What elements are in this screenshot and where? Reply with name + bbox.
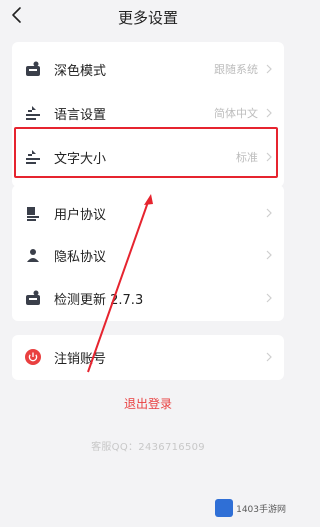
settings-row-label: 用户协议 (54, 207, 107, 223)
settings-row-label: 语言设置 (54, 107, 107, 123)
logout-button[interactable]: 退出登录 (0, 395, 296, 412)
settings-row-value: 跟随系统 (214, 63, 258, 76)
header: 更多设置 (0, 0, 296, 30)
chevron-right-icon (266, 293, 272, 303)
chevron-right-icon (266, 352, 272, 362)
settings-row-label: 注销账号 (54, 351, 107, 367)
settings-row-value: 简体中文 (214, 107, 258, 120)
dark-mode-icon (22, 58, 44, 80)
chevron-right-icon (266, 64, 272, 74)
highlight-box (14, 127, 278, 178)
settings-row-check-update[interactable]: 检测更新 2.7.3 (12, 276, 284, 320)
customer-service-info: 客服QQ：2436716509 (91, 442, 205, 453)
chevron-right-icon (266, 250, 272, 260)
chevron-right-icon (266, 108, 272, 118)
settings-row-dark-mode[interactable]: 深色模式 跟随系统 (12, 47, 284, 91)
settings-row-label: 检测更新 2.7.3 (54, 292, 144, 308)
page-title: 更多设置 (117, 9, 178, 27)
settings-card-about: 用户协议 隐私协议 检测更新 2.7.3 (12, 185, 284, 321)
update-icon (22, 287, 44, 309)
chevron-right-icon (266, 208, 272, 218)
watermark: 1403手游网 (215, 499, 286, 517)
privacy-icon (22, 244, 44, 266)
settings-row-user-agreement[interactable]: 用户协议 (12, 191, 284, 235)
watermark-logo (215, 499, 234, 517)
language-icon (22, 102, 44, 124)
settings-row-label: 隐私协议 (54, 249, 107, 265)
watermark-text: 1403手游网 (236, 504, 286, 515)
user-agreement-icon (22, 202, 44, 224)
settings-card-account: 注销账号 (12, 335, 284, 380)
settings-row-delete-account[interactable]: 注销账号 (12, 335, 284, 379)
power-icon (22, 346, 44, 368)
settings-row-label: 深色模式 (54, 63, 107, 79)
settings-row-privacy[interactable]: 隐私协议 (12, 233, 284, 277)
